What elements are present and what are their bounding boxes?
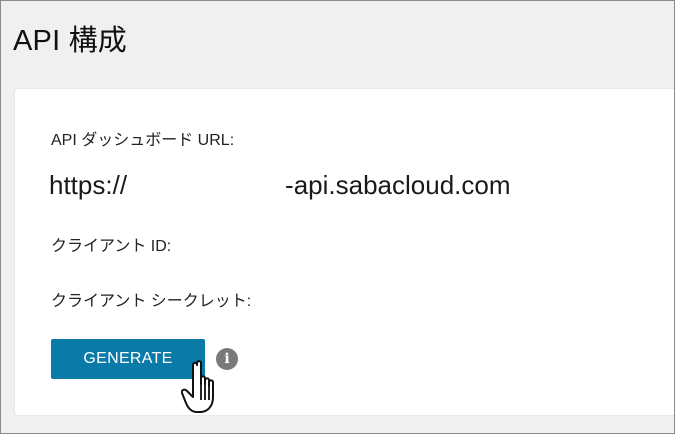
api-dashboard-url-suffix: -api.sabacloud.com bbox=[285, 170, 511, 200]
api-dashboard-url-prefix: https:// bbox=[49, 170, 128, 200]
client-id-label: クライアント ID: bbox=[51, 238, 172, 255]
page-title: API 構成 bbox=[13, 25, 127, 57]
api-configuration-card: API ダッシュボード URL: https:// -api.sabacloud.… bbox=[15, 89, 674, 415]
hand-pointer-icon bbox=[181, 360, 214, 413]
api-configuration-window: API 構成 API ダッシュボード URL: https:// -api.sab… bbox=[0, 0, 675, 434]
api-dashboard-url-value: https:// -api.sabacloud.com bbox=[49, 168, 511, 202]
api-dashboard-url-label: API ダッシュボード URL: bbox=[51, 132, 235, 149]
client-secret-label: クライアント シークレット: bbox=[51, 293, 252, 310]
